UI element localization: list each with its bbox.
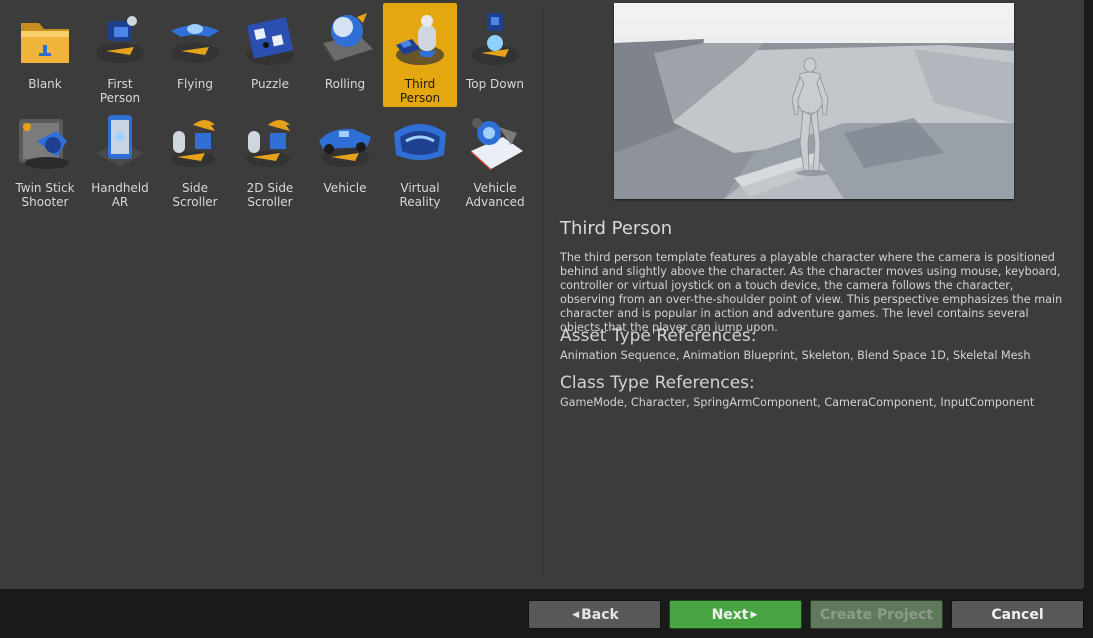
template-description: The third person template features a pla… [560, 251, 1063, 334]
template-label-line1: Flying [177, 77, 213, 91]
template-label: Blank [2, 77, 88, 91]
third-person-icon [396, 15, 444, 65]
puzzle-icon [246, 17, 294, 65]
template-panel: Blank First Person Flying Puzzle Rolling Third… [0, 0, 1084, 589]
template-label-line1: Vehicle [473, 181, 517, 195]
virtual-reality-icon [394, 124, 446, 160]
template-label: Handheld AR [77, 181, 163, 209]
twin-stick-icon [19, 119, 69, 169]
panel-divider [542, 8, 543, 578]
template-label-line2: AR [111, 195, 129, 209]
template-tile[interactable]: Vehicle Advanced [458, 107, 532, 211]
template-label-line1: Blank [28, 77, 62, 91]
template-label-line1: Virtual [400, 181, 440, 195]
cancel-button[interactable]: Cancel [951, 600, 1084, 629]
template-tile[interactable]: Rolling [308, 3, 382, 107]
template-label-line2: Person [99, 91, 141, 105]
template-tile[interactable]: Side Scroller [158, 107, 232, 211]
template-label: Puzzle [227, 77, 313, 91]
asset-type-list: Animation Sequence, Animation Blueprint,… [560, 349, 1031, 362]
template-label: First Person [77, 77, 163, 105]
template-label-line2: Scroller [247, 195, 293, 209]
template-label-line1: 2D Side [246, 181, 294, 195]
template-label-line1: Handheld [91, 181, 149, 195]
chevron-right-icon: ▶ [750, 609, 758, 620]
template-tile[interactable]: Blank [8, 3, 82, 107]
template-label: Vehicle [302, 181, 388, 195]
folder-icon [21, 23, 69, 63]
vehicle-icon [319, 128, 371, 167]
top-down-icon [471, 13, 519, 65]
template-label: Vehicle Advanced [452, 181, 538, 209]
class-type-heading: Class Type References: [560, 373, 755, 393]
chevron-left-icon: ◀ [572, 609, 580, 620]
template-tile[interactable]: First Person [83, 3, 157, 107]
template-label: Third Person [377, 77, 463, 105]
flying-icon [171, 24, 219, 63]
template-label-line1: Rolling [324, 77, 366, 91]
template-tile[interactable]: Top Down [458, 3, 532, 107]
template-tile[interactable]: Vehicle [308, 107, 382, 211]
asset-type-heading: Asset Type References: [560, 326, 757, 346]
template-tile[interactable]: Twin Stick Shooter [8, 107, 82, 211]
next-button-label: Next [711, 606, 749, 623]
template-tile[interactable]: Virtual Reality [383, 107, 457, 211]
cancel-button-label: Cancel [991, 606, 1044, 623]
class-type-list: GameMode, Character, SpringArmComponent,… [560, 396, 1035, 409]
back-button-label: Back [581, 606, 619, 623]
template-tile[interactable]: Third Person [383, 3, 457, 107]
template-tile[interactable]: Handheld AR [83, 107, 157, 211]
template-label-line2: Shooter [21, 195, 69, 209]
next-button[interactable]: Next ▶ [669, 600, 802, 629]
template-label: Flying [152, 77, 238, 91]
template-label: Side Scroller [152, 181, 238, 209]
template-label: Twin Stick Shooter [2, 181, 88, 209]
template-tile[interactable]: Puzzle [233, 3, 307, 107]
create-project-label: Create Project [819, 606, 934, 623]
create-project-button[interactable]: Create Project [810, 600, 943, 629]
template-label-line2: Reality [399, 195, 441, 209]
template-tile[interactable]: Flying [158, 3, 232, 107]
handheld-ar-icon [96, 115, 144, 167]
2d-side-scroller-icon [246, 120, 290, 167]
template-label-line2: Person [399, 91, 441, 105]
template-tile[interactable]: 2D Side Scroller [233, 107, 307, 211]
back-button[interactable]: ◀ Back [528, 600, 661, 629]
template-title: Third Person [560, 218, 673, 239]
template-label-line1: Twin Stick [15, 181, 75, 195]
template-label-line1: Top Down [465, 77, 525, 91]
template-label: Rolling [302, 77, 388, 91]
side-scroller-icon [171, 120, 215, 167]
template-label: 2D Side Scroller [227, 181, 313, 209]
template-label-line1: Puzzle [251, 77, 289, 91]
rolling-icon [323, 13, 373, 65]
template-label-line2: Scroller [172, 195, 218, 209]
first-person-icon [96, 16, 144, 63]
template-label-line1: Side [182, 181, 208, 195]
template-label: Virtual Reality [377, 181, 463, 209]
template-preview-image [614, 3, 1014, 199]
template-label-line2: Advanced [465, 195, 525, 209]
template-label-line1: Third [404, 77, 436, 91]
template-label: Top Down [452, 77, 538, 91]
template-label-line1: Vehicle [323, 181, 367, 195]
template-label-line1: First [107, 77, 133, 91]
vehicle-advanced-icon [471, 118, 523, 171]
